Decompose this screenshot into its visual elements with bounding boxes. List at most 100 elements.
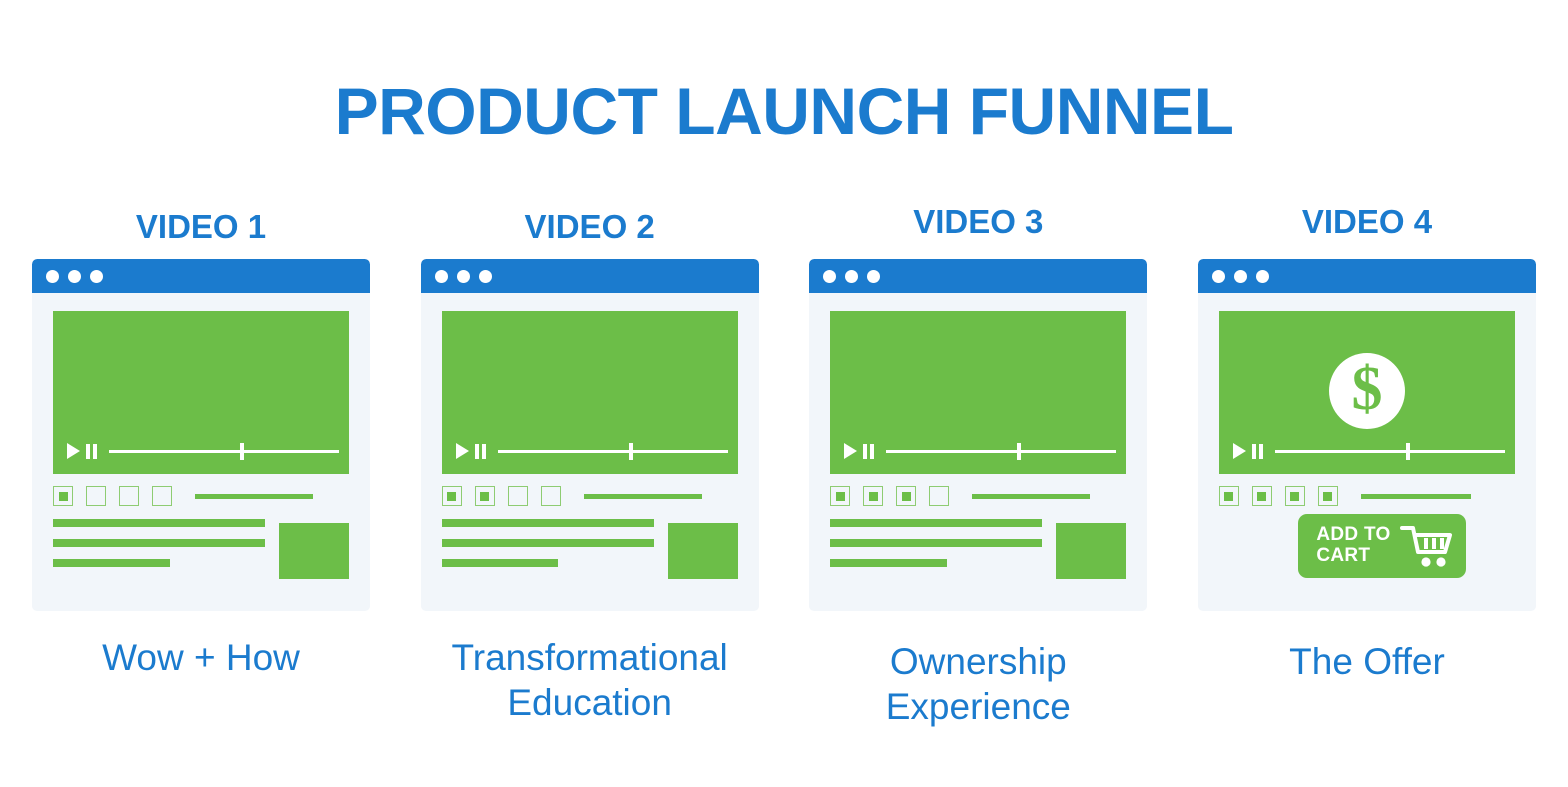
checkbox-row-label-bar bbox=[1360, 493, 1471, 499]
browser-window: $ ADD TO CART bbox=[1197, 259, 1536, 611]
text-line-3 bbox=[830, 559, 947, 567]
player-controls bbox=[844, 442, 1117, 460]
progress-bar[interactable] bbox=[886, 442, 1117, 460]
text-line-2 bbox=[53, 539, 265, 547]
text-line-1 bbox=[53, 519, 265, 527]
checkbox-3[interactable] bbox=[119, 486, 139, 506]
play-icon[interactable] bbox=[455, 443, 469, 459]
checkbox-3[interactable] bbox=[1284, 486, 1305, 506]
checkbox-1[interactable] bbox=[441, 486, 462, 506]
play-icon[interactable] bbox=[1232, 443, 1246, 459]
card-heading: VIDEO 2 bbox=[524, 208, 655, 245]
video-player[interactable] bbox=[830, 311, 1127, 474]
checkbox-row bbox=[53, 486, 349, 506]
progress-bar[interactable] bbox=[1274, 442, 1505, 460]
browser-content bbox=[32, 293, 370, 611]
video-player[interactable]: $ bbox=[1218, 311, 1515, 474]
window-control-dot-icon[interactable] bbox=[68, 269, 81, 283]
progress-handle[interactable] bbox=[628, 442, 633, 460]
text-placeholder-lines bbox=[53, 519, 265, 579]
checkbox-2[interactable] bbox=[474, 486, 495, 506]
checkbox-1[interactable] bbox=[830, 486, 851, 506]
checkbox-4[interactable] bbox=[152, 486, 172, 506]
card-caption: The Offer bbox=[1289, 641, 1445, 682]
cart-button-wrap: ADD TO CART bbox=[1219, 514, 1515, 578]
card-caption: Transformational Education bbox=[451, 637, 728, 724]
player-controls bbox=[455, 442, 728, 460]
progress-handle[interactable] bbox=[1017, 442, 1022, 460]
window-control-dot-icon[interactable] bbox=[823, 269, 837, 283]
content-rows bbox=[441, 519, 738, 579]
card-heading: VIDEO 3 bbox=[913, 203, 1044, 240]
window-control-dot-icon[interactable] bbox=[845, 269, 859, 283]
content-rows bbox=[830, 519, 1127, 579]
checkbox-row bbox=[830, 486, 1126, 506]
browser-content: $ ADD TO CART bbox=[1198, 293, 1536, 611]
text-line-2 bbox=[441, 539, 654, 547]
checkbox-4[interactable] bbox=[1317, 486, 1338, 506]
checkbox-4[interactable] bbox=[929, 486, 950, 506]
pause-icon[interactable] bbox=[863, 443, 875, 459]
browser-content bbox=[421, 293, 759, 611]
page-title: PRODUCT LAUNCH FUNNEL bbox=[334, 74, 1234, 148]
checkbox-row bbox=[441, 486, 738, 506]
window-control-dot-icon[interactable] bbox=[434, 269, 448, 283]
browser-titlebar bbox=[809, 259, 1148, 293]
checkbox-2[interactable] bbox=[863, 486, 884, 506]
checkbox-3[interactable] bbox=[507, 486, 528, 506]
text-placeholder-lines bbox=[441, 519, 654, 579]
window-control-dot-icon[interactable] bbox=[478, 269, 492, 283]
browser-titlebar bbox=[32, 259, 370, 293]
checkbox-2[interactable] bbox=[86, 486, 106, 506]
checkbox-row-label-bar bbox=[583, 493, 702, 499]
text-line-3 bbox=[53, 559, 170, 567]
progress-handle[interactable] bbox=[240, 442, 245, 460]
window-control-dot-icon[interactable] bbox=[1255, 269, 1269, 283]
video-card-2: VIDEO 2 Transformational Education bbox=[420, 208, 759, 725]
video-player[interactable] bbox=[441, 311, 738, 474]
text-line-1 bbox=[441, 519, 654, 527]
play-icon[interactable] bbox=[67, 443, 80, 459]
checkbox-2[interactable] bbox=[1251, 486, 1272, 506]
player-controls bbox=[67, 442, 339, 460]
text-placeholder-lines bbox=[830, 519, 1043, 579]
window-control-dot-icon[interactable] bbox=[867, 269, 881, 283]
video-player[interactable] bbox=[53, 311, 349, 474]
window-control-dot-icon[interactable] bbox=[1211, 269, 1225, 283]
play-icon[interactable] bbox=[844, 443, 858, 459]
shopping-cart-icon bbox=[1399, 526, 1452, 567]
window-control-dot-icon[interactable] bbox=[90, 269, 103, 283]
dollar-symbol: $ bbox=[1351, 355, 1383, 423]
thumbnail-image bbox=[279, 523, 349, 579]
checkbox-3[interactable] bbox=[896, 486, 917, 506]
browser-content bbox=[809, 293, 1147, 611]
add-to-cart-button[interactable]: ADD TO CART bbox=[1298, 514, 1466, 578]
progress-bar[interactable] bbox=[109, 442, 339, 460]
progress-handle[interactable] bbox=[1406, 442, 1411, 460]
browser-titlebar bbox=[420, 259, 759, 293]
browser-window bbox=[420, 259, 759, 611]
video-card-4: VIDEO 4 $ ADD TO CART The Offer bbox=[1197, 205, 1536, 684]
add-to-cart-label: ADD TO CART bbox=[1316, 524, 1391, 566]
text-line-2 bbox=[830, 539, 1043, 547]
browser-window bbox=[32, 259, 370, 611]
progress-bar[interactable] bbox=[497, 442, 728, 460]
pause-icon[interactable] bbox=[86, 443, 97, 459]
window-control-dot-icon[interactable] bbox=[46, 269, 59, 283]
checkbox-1[interactable] bbox=[1218, 486, 1239, 506]
funnel-infographic: PRODUCT LAUNCH FUNNEL VIDEO 1 Wow + How VI… bbox=[0, 0, 1568, 787]
pause-icon[interactable] bbox=[474, 443, 486, 459]
card-caption: Ownership Experience bbox=[885, 641, 1071, 728]
content-rows bbox=[53, 519, 349, 579]
checkbox-4[interactable] bbox=[540, 486, 561, 506]
pause-icon[interactable] bbox=[1251, 443, 1263, 459]
thumbnail-image bbox=[667, 523, 738, 579]
checkbox-1[interactable] bbox=[53, 486, 73, 506]
window-control-dot-icon[interactable] bbox=[1233, 269, 1247, 283]
checkbox-row-label-bar bbox=[195, 493, 313, 499]
browser-window bbox=[809, 259, 1148, 611]
video-card-3: VIDEO 3 Ownership Experience bbox=[809, 205, 1148, 729]
window-control-dot-icon[interactable] bbox=[456, 269, 470, 283]
checkbox-row bbox=[1218, 486, 1515, 506]
card-heading: VIDEO 4 bbox=[1301, 203, 1433, 240]
